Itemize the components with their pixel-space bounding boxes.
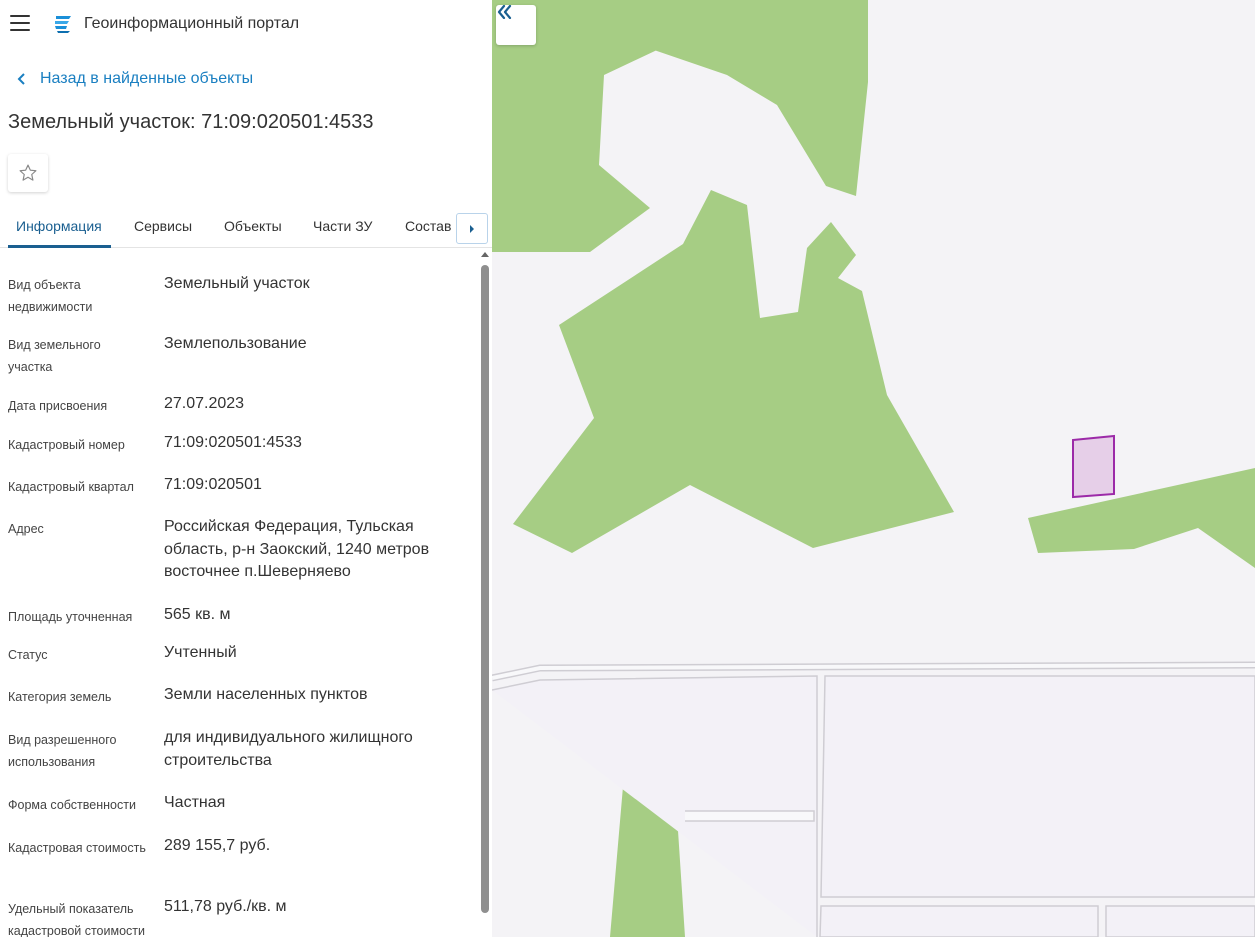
property-value: Землепользование (164, 335, 307, 352)
property-value: 71:09:020501 (164, 476, 262, 493)
scroll-up-arrow-icon[interactable] (481, 252, 489, 257)
property-label: Площадь уточненная (8, 610, 133, 624)
back-to-results-link[interactable]: Назад в найденные объекты (14, 70, 253, 88)
forest-area (654, 0, 868, 196)
star-outline-icon (19, 164, 37, 181)
info-sidebar: Геоинформационный портал Назад в найденн… (0, 0, 492, 937)
property-label: Кадастровый номер (8, 438, 125, 452)
property-label: Вид разрешенного использования (8, 733, 117, 769)
double-chevron-left-icon (497, 5, 512, 19)
favorite-button[interactable] (8, 154, 48, 192)
scrollbar-thumb[interactable] (481, 265, 489, 913)
property-label: Форма собственности (8, 798, 136, 812)
property-value: Учтенный (164, 644, 237, 661)
tab-parcel-parts[interactable]: Части ЗУ (313, 218, 372, 234)
property-value: Частная (164, 794, 226, 811)
property-value: Российская Федерация, Тульская область, … (164, 518, 430, 580)
tab-composition[interactable]: Состав (405, 218, 451, 234)
property-label: Категория земель (8, 690, 112, 704)
property-value: 511,78 руб./кв. м (164, 898, 287, 915)
portal-title: Геоинформационный портал (84, 15, 300, 32)
property-label: Вид земельного участка (8, 338, 101, 374)
active-tab-indicator (8, 245, 111, 248)
map-view[interactable] (492, 0, 1255, 937)
land-plot (819, 905, 1099, 937)
forest-area (1028, 468, 1255, 568)
tab-information[interactable]: Информация (16, 218, 102, 234)
property-label: Удельный показатель кадастровой стоимост… (8, 902, 145, 937)
property-label: Адрес (8, 522, 44, 536)
property-value: Земельный участок (164, 275, 310, 292)
app-root: Геоинформационный портал Назад в найденн… (0, 0, 1255, 937)
property-value: 27.07.2023 (164, 395, 245, 412)
land-plot (1105, 905, 1255, 937)
portal-logo-icon (55, 16, 71, 33)
map-canvas[interactable] (492, 0, 1255, 937)
top-bar: Геоинформационный портал (0, 0, 492, 52)
property-value: 565 кв. м (164, 606, 231, 623)
chevron-right-icon (470, 224, 474, 233)
property-label: Кадастровый квартал (8, 480, 134, 494)
property-label: Вид объекта недвижимости (8, 278, 93, 314)
hamburger-icon[interactable] (10, 15, 30, 31)
tabs-next-button[interactable] (456, 213, 488, 244)
land-plot (820, 675, 1255, 898)
object-title: Земельный участок: 71:09:020501:4533 (8, 111, 374, 133)
tab-objects[interactable]: Объекты (224, 218, 282, 234)
selected-parcel[interactable] (1072, 434, 1115, 499)
property-value: Земли населенных пунктов (164, 686, 368, 703)
back-link-label: Назад в найденные объекты (40, 70, 254, 87)
property-label: Кадастровая стоимость (8, 841, 146, 855)
property-list-scrollbar[interactable] (480, 252, 490, 937)
chevron-left-icon (17, 73, 25, 85)
land-plot (685, 810, 815, 822)
property-label: Дата присвоения (8, 399, 108, 413)
tab-bar: Информация Сервисы Объекты Части ЗУ Сост… (0, 206, 492, 248)
collapse-panel-button[interactable] (496, 5, 536, 45)
property-value: для индивидуального жилищного строительс… (164, 729, 413, 769)
property-label: Статус (8, 648, 48, 662)
tab-services[interactable]: Сервисы (134, 218, 192, 234)
property-value: 289 155,7 руб. (164, 837, 271, 854)
property-value: 71:09:020501:4533 (164, 434, 302, 451)
